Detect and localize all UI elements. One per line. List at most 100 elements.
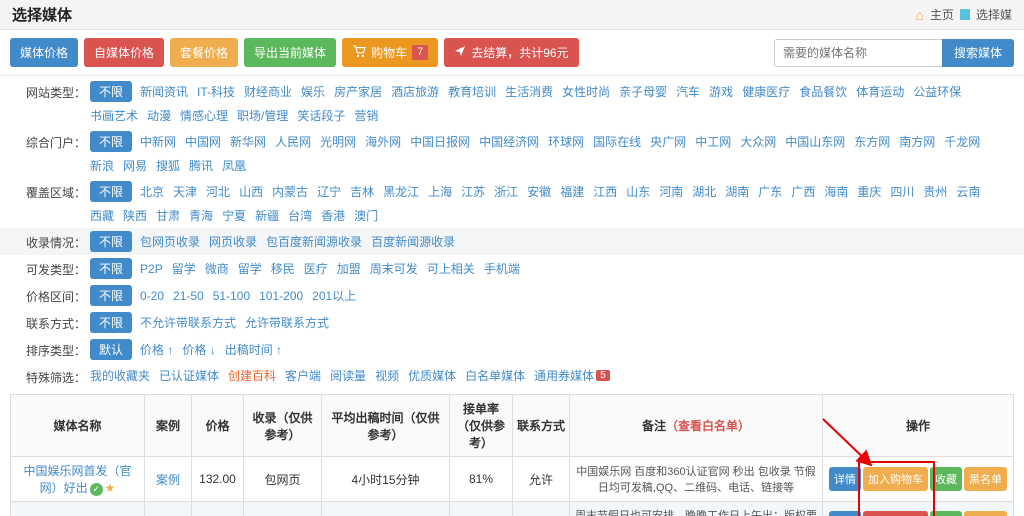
filter-option[interactable]: 汽车: [676, 83, 700, 100]
filter-option[interactable]: 台湾: [288, 207, 312, 224]
export-current-media-button[interactable]: 导出当前媒体: [244, 38, 336, 67]
search-input[interactable]: [774, 39, 942, 67]
filter-option[interactable]: 营销: [354, 107, 378, 124]
favorite-button[interactable]: 收藏: [930, 467, 962, 491]
add-to-cart-button[interactable]: 加入购物车: [863, 467, 928, 491]
shopping-cart-button[interactable]: 购物车7: [342, 38, 438, 67]
filter-option[interactable]: 房产家居: [334, 83, 382, 100]
filter-option[interactable]: 通用券媒体5: [534, 367, 610, 384]
filter-option[interactable]: 我的收藏夹: [90, 367, 150, 384]
filter-option[interactable]: 视频: [375, 367, 399, 384]
filter-option[interactable]: 山西: [239, 183, 263, 200]
filter-option[interactable]: 人民网: [275, 133, 311, 150]
filter-option[interactable]: 央广网: [650, 133, 686, 150]
filter-option[interactable]: 香港: [321, 207, 345, 224]
filter-option[interactable]: 健康医疗: [742, 83, 790, 100]
filter-option-selected[interactable]: 不限: [90, 231, 132, 252]
filter-option[interactable]: 云南: [956, 183, 980, 200]
column-header-sub-link[interactable]: （查看白名单）: [666, 419, 750, 433]
filter-option[interactable]: 四川: [890, 183, 914, 200]
filter-option[interactable]: 情感心理: [180, 107, 228, 124]
filter-option[interactable]: 北京: [140, 183, 164, 200]
filter-option[interactable]: 51-100: [213, 289, 250, 303]
package-price-button[interactable]: 套餐价格: [170, 38, 238, 67]
filter-option[interactable]: 已认证媒体: [159, 367, 219, 384]
filter-option[interactable]: 创建百科: [228, 367, 276, 384]
filter-option[interactable]: 安徽: [527, 183, 551, 200]
detail-button[interactable]: 详情: [829, 467, 861, 491]
filter-option[interactable]: 出稿时间 ↑: [225, 341, 282, 358]
filter-option[interactable]: 南方网: [899, 133, 935, 150]
filter-option[interactable]: 环球网: [548, 133, 584, 150]
filter-option[interactable]: 河北: [206, 183, 230, 200]
blacklist-button[interactable]: 黑名单: [964, 467, 1007, 491]
filter-option[interactable]: 凤凰: [222, 157, 246, 174]
filter-option[interactable]: 搜狐: [156, 157, 180, 174]
filter-option[interactable]: 价格 ↑: [140, 341, 173, 358]
filter-option[interactable]: 阅读量: [330, 367, 366, 384]
filter-option[interactable]: 包网页收录: [140, 233, 200, 250]
filter-option[interactable]: 山东: [626, 183, 650, 200]
checkout-button[interactable]: 去结算，共计96元: [444, 38, 578, 67]
filter-option[interactable]: 生活消费: [505, 83, 553, 100]
filter-option[interactable]: 可上相关: [427, 260, 475, 277]
filter-option[interactable]: 客户端: [285, 367, 321, 384]
filter-option[interactable]: 周末可发: [370, 260, 418, 277]
filter-option[interactable]: 娱乐: [301, 83, 325, 100]
filter-option[interactable]: 贵州: [923, 183, 947, 200]
filter-option[interactable]: 甘肃: [156, 207, 180, 224]
home-link[interactable]: 主页: [930, 6, 954, 23]
filter-option-selected[interactable]: 默认: [90, 339, 132, 360]
filter-option-selected[interactable]: 不限: [90, 312, 132, 333]
favorite-button[interactable]: 收藏: [930, 511, 962, 516]
filter-option[interactable]: 河南: [659, 183, 683, 200]
filter-option[interactable]: 中国日报网: [410, 133, 470, 150]
self-media-price-button[interactable]: 自媒体价格: [84, 38, 164, 67]
filter-option[interactable]: 0-20: [140, 289, 164, 303]
filter-option[interactable]: 网易: [123, 157, 147, 174]
filter-option[interactable]: 21-50: [173, 289, 204, 303]
filter-option[interactable]: 包百度新闻源收录: [266, 233, 362, 250]
filter-option[interactable]: 新浪: [90, 157, 114, 174]
filter-option[interactable]: 浙江: [494, 183, 518, 200]
filter-option[interactable]: 吉林: [350, 183, 374, 200]
filter-option[interactable]: 中国山东网: [785, 133, 845, 150]
filter-option-selected[interactable]: 不限: [90, 285, 132, 306]
filter-option[interactable]: 中工网: [695, 133, 731, 150]
filter-option[interactable]: 腾讯: [189, 157, 213, 174]
filter-option[interactable]: 湖南: [725, 183, 749, 200]
filter-option[interactable]: 价格 ↓: [182, 341, 215, 358]
filter-option[interactable]: 加盟: [337, 260, 361, 277]
filter-option[interactable]: 东方网: [854, 133, 890, 150]
filter-option[interactable]: 新华网: [230, 133, 266, 150]
filter-option[interactable]: 新闻资讯: [140, 83, 188, 100]
filter-option[interactable]: 移民: [271, 260, 295, 277]
filter-option[interactable]: 重庆: [857, 183, 881, 200]
filter-option[interactable]: 百度新闻源收录: [371, 233, 455, 250]
remove-from-cart-button[interactable]: 移出购物车: [863, 511, 928, 516]
filter-option[interactable]: 海外网: [365, 133, 401, 150]
filter-option[interactable]: 江西: [593, 183, 617, 200]
filter-option[interactable]: 中国经济网: [479, 133, 539, 150]
filter-option[interactable]: 天津: [173, 183, 197, 200]
filter-option[interactable]: IT-科技: [197, 83, 235, 100]
filter-option[interactable]: 青海: [189, 207, 213, 224]
filter-option[interactable]: 留学: [238, 260, 262, 277]
filter-option[interactable]: 国际在线: [593, 133, 641, 150]
filter-option[interactable]: 医疗: [304, 260, 328, 277]
detail-button[interactable]: 详情: [829, 511, 861, 516]
case-link[interactable]: 案例: [156, 473, 180, 487]
filter-option[interactable]: 光明网: [320, 133, 356, 150]
filter-option[interactable]: 手机端: [484, 260, 520, 277]
filter-option[interactable]: 不允许带联系方式: [140, 314, 236, 331]
filter-option[interactable]: 公益环保: [913, 83, 961, 100]
filter-option[interactable]: 上海: [428, 183, 452, 200]
filter-option[interactable]: 福建: [560, 183, 584, 200]
filter-option[interactable]: 动漫: [147, 107, 171, 124]
filter-option[interactable]: P2P: [140, 262, 163, 276]
filter-option[interactable]: 游戏: [709, 83, 733, 100]
media-name-link[interactable]: 中国娱乐网首发（官网）好出: [23, 464, 131, 495]
filter-option[interactable]: 笑话段子: [297, 107, 345, 124]
filter-option[interactable]: 101-200: [259, 289, 303, 303]
filter-option[interactable]: 江苏: [461, 183, 485, 200]
